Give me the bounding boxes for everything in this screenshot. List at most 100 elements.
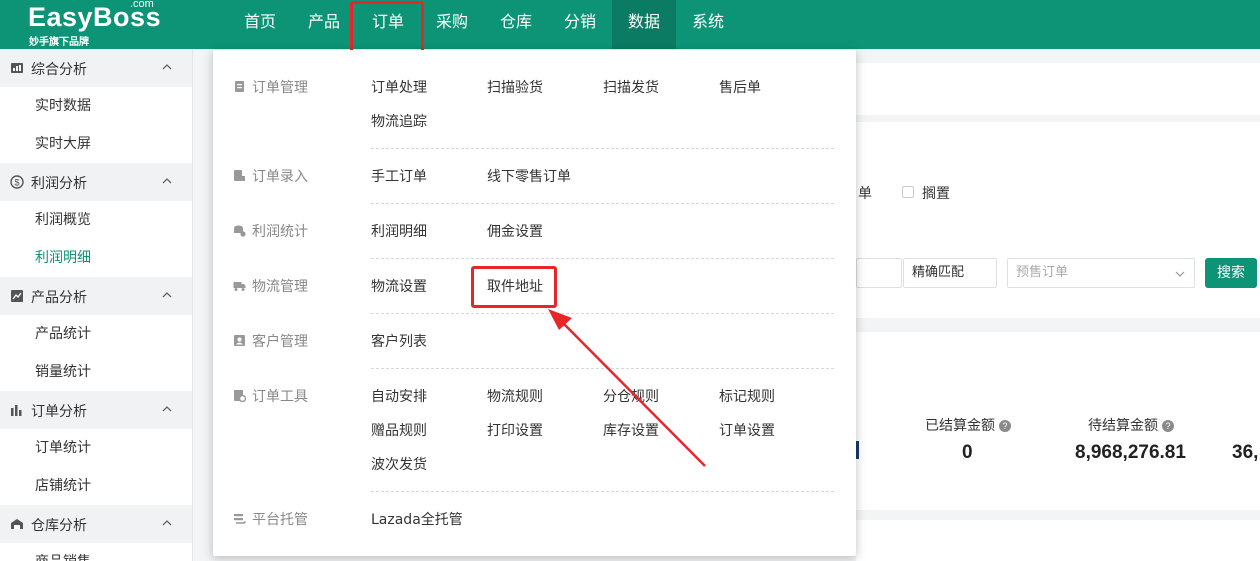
summary-panel: [856, 332, 1260, 510]
nav-warehouse[interactable]: 仓库: [484, 0, 548, 49]
sidebar: 综合分析 实时数据 实时大屏 $ 利润分析 利润概览 利润明细 产品分析 产品统…: [0, 49, 193, 561]
section-platform-hosting: 平台托管: [233, 509, 308, 529]
link-logistics-settings[interactable]: 物流设置: [371, 276, 427, 296]
sidebar-group-order[interactable]: 订单分析: [0, 391, 192, 429]
chevron-up-icon[interactable]: [160, 402, 174, 416]
link-gift-rules[interactable]: 赠品规则: [371, 420, 427, 440]
sidebar-group-warehouse[interactable]: 仓库分析: [0, 505, 192, 543]
link-marking-rules[interactable]: 标记规则: [719, 386, 775, 406]
sidebar-item-sales-stats[interactable]: 销量统计: [0, 353, 192, 391]
pending-amount-label: 待结算金额?: [1088, 415, 1174, 435]
chevron-up-icon[interactable]: [160, 60, 174, 74]
link-wave-shipping[interactable]: 波次发货: [371, 454, 427, 474]
link-logistics-rules[interactable]: 物流规则: [487, 386, 543, 406]
exact-match-select[interactable]: 精确匹配: [903, 258, 997, 288]
chevron-up-icon[interactable]: [160, 516, 174, 530]
section-order-management: 订单管理: [233, 77, 308, 97]
presale-order-select[interactable]: 预售订单: [1007, 258, 1195, 288]
sidebar-item-profit-overview[interactable]: 利润概览: [0, 201, 192, 239]
sidebar-group-label: 订单分析: [31, 404, 87, 420]
presale-placeholder: 预售订单: [1016, 265, 1069, 280]
link-scan-ship[interactable]: 扫描发货: [603, 77, 659, 97]
pending-amount-value: 8,968,276.81: [1075, 442, 1186, 463]
divider: [371, 258, 834, 259]
nav-purchase[interactable]: 采购: [420, 0, 484, 49]
sidebar-group-profit[interactable]: $ 利润分析: [0, 163, 192, 201]
bar-chart-icon: [11, 405, 22, 416]
sidebar-group-label: 产品分析: [31, 290, 87, 306]
link-inventory-settings[interactable]: 库存设置: [603, 420, 659, 440]
search-button[interactable]: 搜索: [1205, 258, 1257, 288]
sidebar-group-label: 利润分析: [31, 176, 87, 192]
link-offline-retail-order[interactable]: 线下零售订单: [487, 166, 571, 186]
section-logistics-management: 物流管理: [233, 276, 308, 296]
sidebar-item-goods-sales[interactable]: 商品销售: [0, 543, 192, 561]
link-auto-arrange[interactable]: 自动安排: [371, 386, 427, 406]
order-entry-icon: [234, 170, 245, 181]
link-scan-inspect[interactable]: 扫描验货: [487, 77, 543, 97]
help-icon[interactable]: ?: [999, 420, 1011, 432]
divider: [371, 313, 834, 314]
trend-icon: [11, 290, 23, 302]
link-after-sales[interactable]: 售后单: [719, 77, 761, 97]
chevron-up-icon[interactable]: [160, 288, 174, 302]
section-customer-management: 客户管理: [233, 331, 308, 351]
filter-label-partial: 单: [858, 186, 872, 202]
sidebar-group-product[interactable]: 产品分析: [0, 277, 192, 315]
filter-panel: [856, 122, 1260, 318]
link-order-processing[interactable]: 订单处理: [371, 77, 427, 97]
sidebar-group-label: 仓库分析: [31, 518, 87, 534]
truck-icon: [233, 282, 246, 291]
nav-home[interactable]: 首页: [228, 0, 292, 49]
coins-icon: [234, 225, 246, 237]
search-keyword-input[interactable]: [856, 258, 902, 288]
chevron-up-icon[interactable]: [160, 174, 174, 188]
sidebar-item-realtime-data[interactable]: 实时数据: [0, 87, 192, 125]
tab-strip-panel: [856, 63, 1260, 115]
link-warehouse-split-rules[interactable]: 分仓规则: [603, 386, 659, 406]
chevron-down-icon: [1175, 271, 1185, 277]
sidebar-item-shop-stats[interactable]: 店铺统计: [0, 467, 192, 505]
easyboss-logo[interactable]: EasyBoss .com 妙手旗下品牌: [28, 0, 168, 49]
sidebar-item-profit-detail[interactable]: 利润明细: [0, 239, 192, 277]
link-customer-list[interactable]: 客户列表: [371, 331, 427, 351]
hold-label: 搁置: [922, 186, 950, 202]
profit-icon: $: [10, 175, 24, 189]
document-icon: [235, 81, 244, 92]
svg-text:$: $: [14, 178, 19, 188]
hold-checkbox[interactable]: [902, 186, 914, 198]
link-order-settings[interactable]: 订单设置: [719, 420, 775, 440]
link-manual-order[interactable]: 手工订单: [371, 166, 427, 186]
settled-amount-value: 0: [962, 442, 973, 463]
divider: [371, 203, 834, 204]
divider: [371, 368, 834, 369]
sidebar-group-overview[interactable]: 综合分析: [0, 49, 192, 87]
link-logistics-tracking[interactable]: 物流追踪: [371, 111, 427, 131]
dashboard-icon: [11, 63, 23, 73]
nav-data[interactable]: 数据: [612, 0, 676, 49]
sidebar-group-label: 综合分析: [31, 62, 87, 78]
hosting-icon: [234, 514, 246, 524]
link-print-settings[interactable]: 打印设置: [487, 420, 543, 440]
settled-amount-label: 已结算金额?: [925, 415, 1011, 435]
nav-system[interactable]: 系统: [676, 0, 740, 49]
sidebar-item-realtime-screen[interactable]: 实时大屏: [0, 125, 192, 163]
sidebar-item-product-stats[interactable]: 产品统计: [0, 315, 192, 353]
link-commission-settings[interactable]: 佣金设置: [487, 221, 543, 241]
link-lazada-full-hosting[interactable]: Lazada全托管: [371, 509, 463, 529]
sidebar-item-order-stats[interactable]: 订单统计: [0, 429, 192, 467]
link-profit-detail[interactable]: 利润明细: [371, 221, 427, 241]
nav-distribution[interactable]: 分销: [548, 0, 612, 49]
warehouse-icon: [11, 519, 23, 529]
help-icon[interactable]: ?: [1162, 420, 1174, 432]
logo-tagline: 妙手旗下品牌: [29, 37, 89, 48]
order-dropdown-menu: 订单管理 订单处理 扫描验货 扫描发货 售后单 物流追踪 订单录入 手工订单 线…: [213, 50, 856, 556]
divider: [371, 491, 834, 492]
third-amount-value-partial: 36,: [1232, 442, 1259, 463]
tools-icon: [234, 390, 246, 402]
main-nav: 首页 产品 订单 采购 仓库 分销 数据 系统: [228, 0, 740, 49]
nav-product[interactable]: 产品: [292, 0, 356, 49]
divider: [371, 148, 834, 149]
pickup-address-highlight-box: [471, 266, 557, 308]
contact-card-icon: [234, 335, 245, 346]
